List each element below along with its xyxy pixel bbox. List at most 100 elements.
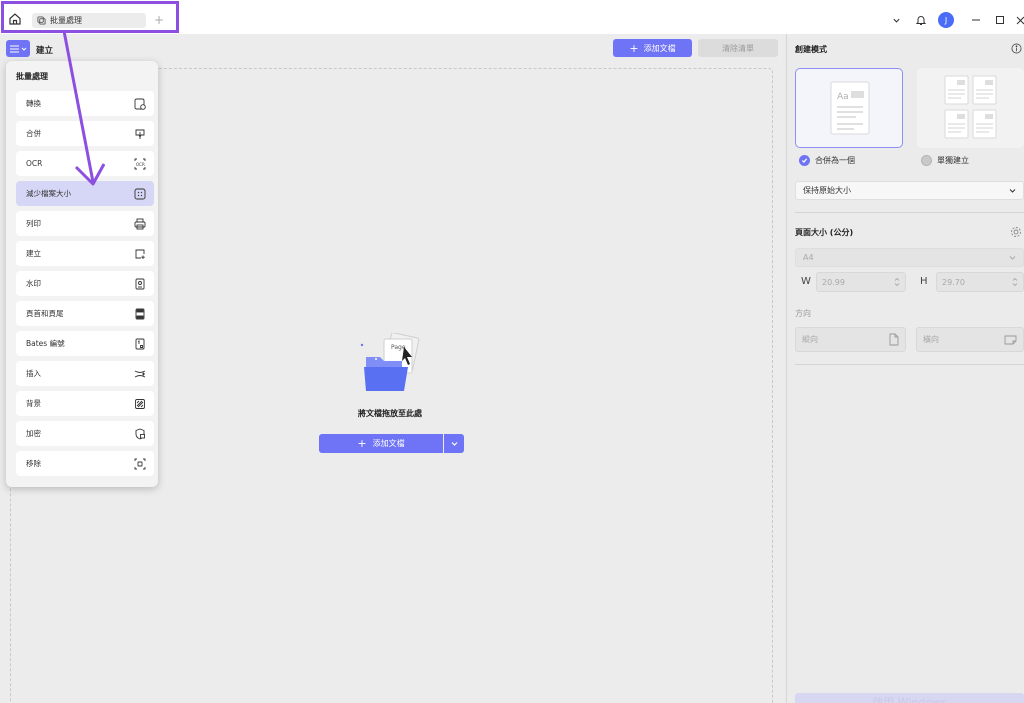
create-mode-title: 創建模式 <box>795 45 827 54</box>
create-icon <box>135 249 145 259</box>
menu-item-label: Bates 編號 <box>26 339 65 348</box>
header-footer-icon <box>135 308 145 319</box>
menu-item-label: 頁首和頁尾 <box>26 309 64 318</box>
batch-process-menu: 批量處理 轉換 合併 OCR OCR 減少檔案大小 列印 建立 水印 頁首和頁尾… <box>6 61 158 487</box>
height-input[interactable]: 29.70 <box>936 272 1024 292</box>
width-value: 20.99 <box>822 277 845 287</box>
remove-icon <box>134 458 146 469</box>
merge-icon <box>135 129 145 139</box>
radio-empty-icon <box>921 155 932 166</box>
menu-item-label: 列印 <box>26 219 41 228</box>
menu-item-label: 移除 <box>26 459 41 468</box>
height-label: H <box>920 276 928 287</box>
menu-item-watermark[interactable]: 水印 <box>16 271 154 296</box>
apply-button[interactable]: 啟用 Windows <box>795 693 1024 703</box>
menu-item-merge[interactable]: 合併 <box>16 121 154 146</box>
encrypt-icon <box>135 428 145 439</box>
compress-icon <box>134 188 146 199</box>
size-option-select[interactable]: 保持原始大小 <box>795 181 1024 200</box>
size-option-value: 保持原始大小 <box>803 186 851 195</box>
bell-icon[interactable] <box>914 12 928 28</box>
background-icon <box>135 398 145 409</box>
direction-label: 方向 <box>795 309 811 318</box>
portrait-label: 縱向 <box>802 335 818 344</box>
menu-item-label: 插入 <box>26 369 41 378</box>
menu-title: 批量處理 <box>16 72 48 81</box>
info-icon[interactable] <box>1011 43 1022 54</box>
menu-item-compress[interactable]: 減少檔案大小 <box>16 181 154 206</box>
mode-card-merge[interactable]: Aa <box>795 68 903 148</box>
add-document-label: 添加文檔 <box>643 43 676 53</box>
ocr-icon: OCR <box>134 158 146 169</box>
menu-item-ocr[interactable]: OCR OCR <box>16 151 154 176</box>
menu-item-label: 加密 <box>26 429 41 438</box>
tab-highlight-box <box>1 1 179 33</box>
paper-size-select[interactable]: A4 <box>795 248 1024 267</box>
menu-item-label: 轉換 <box>26 99 41 108</box>
menu-item-label: 背景 <box>26 399 41 408</box>
radio-separate-label: 單獨建立 <box>937 156 969 165</box>
menu-item-encrypt[interactable]: 加密 <box>16 421 154 446</box>
menu-item-label: 水印 <box>26 279 41 288</box>
stepper-icon <box>1012 277 1018 287</box>
add-options-dropdown[interactable] <box>444 434 464 453</box>
add-document-button[interactable]: + 添加文檔 <box>613 39 692 57</box>
divider <box>795 364 1024 365</box>
orientation-landscape[interactable]: 橫向 <box>916 327 1024 352</box>
print-icon <box>134 218 146 229</box>
gear-icon[interactable] <box>1010 226 1022 238</box>
orientation-portrait[interactable]: 縱向 <box>795 327 906 352</box>
menu-item-print[interactable]: 列印 <box>16 211 154 236</box>
chevron-down-icon <box>21 47 26 51</box>
check-circle-icon <box>799 155 810 166</box>
menu-item-label: OCR <box>26 159 43 168</box>
single-document-icon: Aa <box>830 81 870 135</box>
menu-item-label: 減少檔案大小 <box>26 189 71 198</box>
menu-icon <box>9 45 19 52</box>
width-input[interactable]: 20.99 <box>816 272 906 292</box>
paper-size-value: A4 <box>803 253 814 262</box>
card-thumb-label: Aa <box>837 92 849 102</box>
current-mode-label: 建立 <box>36 46 54 56</box>
insert-icon <box>134 370 146 377</box>
watermark-icon <box>135 278 145 289</box>
menu-item-header-footer[interactable]: 頁首和頁尾 <box>16 301 154 326</box>
menu-item-background[interactable]: 背景 <box>16 391 154 416</box>
menu-item-bates[interactable]: Bates 編號 <box>16 331 154 356</box>
multiple-documents-icon <box>944 75 997 139</box>
radio-separate[interactable]: 單獨建立 <box>921 155 969 166</box>
divider <box>795 212 1024 213</box>
clear-list-button[interactable]: 清除清單 <box>698 39 778 57</box>
height-value: 29.70 <box>942 277 965 287</box>
landscape-page-icon <box>1004 335 1017 344</box>
folder-illustration-icon: Page <box>360 333 420 391</box>
chevron-down-icon <box>1009 189 1016 193</box>
bates-icon <box>135 338 145 349</box>
maximize-icon[interactable] <box>994 12 1006 28</box>
chevron-down-icon <box>1009 256 1016 260</box>
chevron-down-icon[interactable] <box>890 12 902 28</box>
portrait-page-icon <box>889 333 899 346</box>
minimize-icon[interactable] <box>970 12 982 28</box>
menu-item-remove[interactable]: 移除 <box>16 451 154 476</box>
menu-item-label: 合併 <box>26 129 41 138</box>
radio-merge-label: 合併為一個 <box>815 156 855 165</box>
svg-text:OCR: OCR <box>136 162 145 167</box>
mode-card-separate[interactable] <box>917 68 1024 148</box>
batch-menu-button[interactable] <box>6 40 30 57</box>
chevron-down-icon <box>451 442 457 446</box>
stepper-icon <box>894 277 900 287</box>
plus-icon: + <box>357 437 367 450</box>
menu-item-label: 建立 <box>26 249 41 258</box>
width-label: W <box>801 276 811 287</box>
radio-merge[interactable]: 合併為一個 <box>799 155 855 166</box>
drop-hint-text: 將文檔拖放至此處 <box>358 409 422 418</box>
menu-item-create[interactable]: 建立 <box>16 241 154 266</box>
close-icon[interactable] <box>1016 12 1024 28</box>
avatar[interactable]: J <box>938 12 954 28</box>
menu-item-insert[interactable]: 插入 <box>16 361 154 386</box>
add-document-main-label: 添加文檔 <box>372 439 405 448</box>
convert-icon <box>134 98 146 110</box>
menu-item-convert[interactable]: 轉換 <box>16 91 154 116</box>
add-document-main-button[interactable]: + 添加文檔 <box>319 434 443 453</box>
